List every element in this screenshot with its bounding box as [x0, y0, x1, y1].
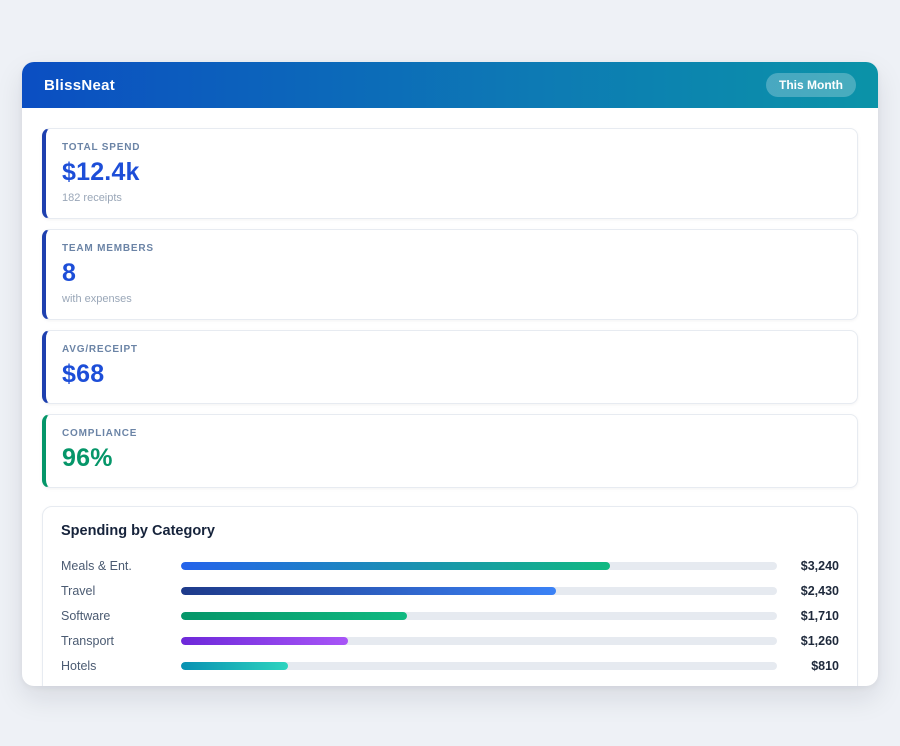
- category-value: $1,710: [777, 609, 839, 623]
- stat-label: TOTAL SPEND: [62, 142, 841, 153]
- category-bar-fill: [181, 662, 288, 670]
- category-row-hotels: Hotels $810: [61, 653, 839, 678]
- category-bar-fill: [181, 612, 407, 620]
- app-title: BlissNeat: [44, 77, 115, 94]
- stat-card-team-members: TEAM MEMBERS 8 with expenses: [42, 229, 858, 320]
- category-label: Meals & Ent.: [61, 559, 181, 573]
- stat-subtext: with expenses: [62, 293, 841, 305]
- stat-card-avg-receipt: AVG/RECEIPT $68: [42, 330, 858, 404]
- stat-label: COMPLIANCE: [62, 428, 841, 439]
- category-label: Software: [61, 609, 181, 623]
- category-value: $810: [777, 659, 839, 673]
- category-label: Transport: [61, 634, 181, 648]
- stat-value: $68: [62, 360, 841, 389]
- category-value: $1,260: [777, 634, 839, 648]
- category-row-software: Software $1,710: [61, 603, 839, 628]
- stat-subtext: 182 receipts: [62, 192, 841, 204]
- stat-label: TEAM MEMBERS: [62, 243, 841, 254]
- category-bar-track: [181, 562, 777, 570]
- category-bar-track: [181, 587, 777, 595]
- spending-by-category-card: Spending by Category Meals & Ent. $3,240…: [42, 506, 858, 686]
- stat-value: 96%: [62, 444, 841, 473]
- category-value: $2,430: [777, 584, 839, 598]
- category-bar-fill: [181, 562, 610, 570]
- dashboard-card: BlissNeat This Month TOTAL SPEND $12.4k …: [22, 62, 878, 686]
- stat-card-total-spend: TOTAL SPEND $12.4k 182 receipts: [42, 128, 858, 219]
- category-row-meals: Meals & Ent. $3,240: [61, 553, 839, 578]
- category-bar-track: [181, 612, 777, 620]
- stat-value: $12.4k: [62, 158, 841, 187]
- category-label: Hotels: [61, 659, 181, 673]
- app-header: BlissNeat This Month: [22, 62, 878, 108]
- stat-card-compliance: COMPLIANCE 96%: [42, 414, 858, 488]
- category-row-transport: Transport $1,260: [61, 628, 839, 653]
- stat-value: 8: [62, 259, 841, 288]
- dashboard-body: TOTAL SPEND $12.4k 182 receipts TEAM MEM…: [22, 108, 878, 686]
- category-row-travel: Travel $2,430: [61, 578, 839, 603]
- category-bar-track: [181, 637, 777, 645]
- category-value: $3,240: [777, 559, 839, 573]
- category-bar-track: [181, 662, 777, 670]
- category-label: Travel: [61, 584, 181, 598]
- period-badge[interactable]: This Month: [766, 73, 856, 97]
- spending-card-title: Spending by Category: [61, 523, 839, 539]
- category-bar-fill: [181, 637, 348, 645]
- stat-label: AVG/RECEIPT: [62, 344, 841, 355]
- category-bar-fill: [181, 587, 556, 595]
